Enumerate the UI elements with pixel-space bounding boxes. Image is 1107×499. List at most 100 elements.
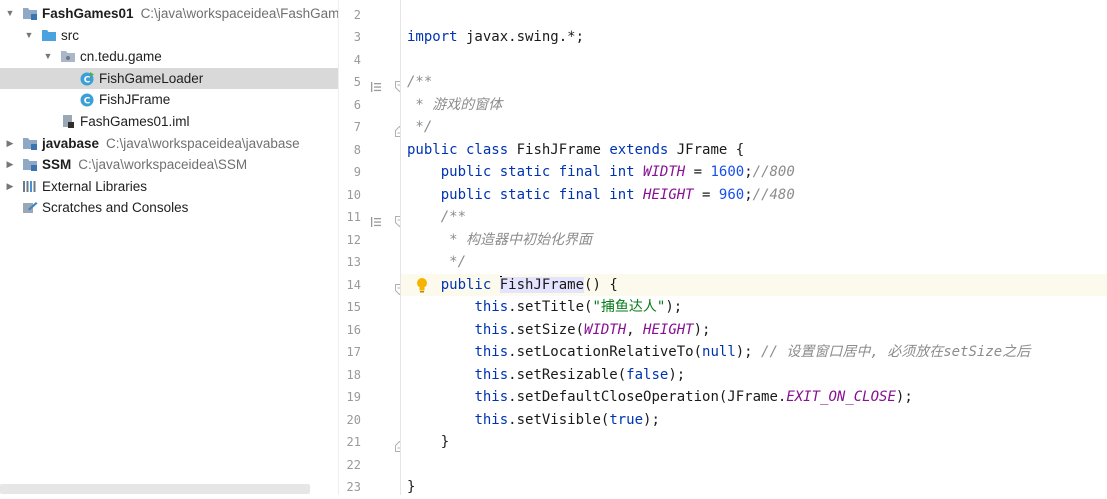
- gutter-line[interactable]: 9: [339, 161, 401, 184]
- string-token: "捕鱼达人": [592, 299, 666, 315]
- code-line[interactable]: [401, 4, 1107, 27]
- tree-item-fishjframe[interactable]: C FishJFrame: [0, 89, 338, 110]
- tree-item-fashgames01[interactable]: ▼ FashGames01 C:\java\workspaceidea\FashGa…: [0, 3, 338, 24]
- tree-item-fashgames01-iml[interactable]: FashGames01.iml: [0, 111, 338, 132]
- code-line[interactable]: this.setLocationRelativeTo(null); // 设置窗…: [401, 341, 1107, 364]
- tree-item-javabase[interactable]: ▶ javabase C:\java\workspaceidea\javabase: [0, 133, 338, 154]
- gutter-line[interactable]: 12: [339, 229, 401, 252]
- tree-item-text: src: [61, 25, 79, 46]
- line-number: 11: [346, 210, 361, 224]
- gutter-line[interactable]: 3: [339, 26, 401, 49]
- tree-item-scratches-and-consoles[interactable]: Scratches and Consoles: [0, 197, 338, 218]
- tree-item-src[interactable]: ▼ src: [0, 25, 338, 46]
- code-token: javax.swing.*;: [457, 29, 585, 45]
- code-line[interactable]: */: [401, 251, 1107, 274]
- tree-item-external-libraries[interactable]: ▶ External Libraries: [0, 176, 338, 197]
- tree-item-fishgameloader[interactable]: C FishGameLoader: [0, 67, 338, 89]
- keyword-token: import: [407, 29, 458, 45]
- code-editor[interactable]: import javax.swing.*; /** * 游戏的窗体 */ publi…: [401, 0, 1107, 495]
- gutter-line[interactable]: 18: [339, 364, 401, 387]
- expand-arrow-down-icon[interactable]: ▼: [42, 46, 54, 67]
- gutter-line[interactable]: 4: [339, 49, 401, 72]
- gutter-line[interactable]: 15: [339, 296, 401, 319]
- code-line[interactable]: /**: [401, 71, 1107, 94]
- code-line[interactable]: this.setSize(WIDTH, HEIGHT);: [401, 319, 1107, 342]
- expand-arrow-right-icon[interactable]: ▶: [4, 133, 16, 154]
- tree-item-text: FishGameLoader: [99, 68, 203, 89]
- expand-arrow-down-icon[interactable]: ▼: [23, 25, 35, 46]
- code-line[interactable]: public static final int HEIGHT = 960;//4…: [401, 184, 1107, 207]
- code-line[interactable]: public static final int WIDTH = 1600;//8…: [401, 161, 1107, 184]
- doc-comment-render-icon[interactable]: [371, 212, 381, 227]
- code-line[interactable]: /**: [401, 206, 1107, 229]
- code-line[interactable]: import javax.swing.*;: [401, 26, 1107, 49]
- field-token: HEIGHT: [643, 186, 694, 203]
- gutter-line[interactable]: 19: [339, 386, 401, 409]
- comment-token: //480: [752, 186, 795, 203]
- tree-item-text: cn.tedu.game: [80, 46, 162, 67]
- gutter-line[interactable]: 17: [339, 341, 401, 364]
- line-number: 8: [353, 142, 361, 157]
- gutter-line[interactable]: 5: [339, 71, 404, 94]
- module-folder-icon: [22, 6, 38, 21]
- code-line[interactable]: this.setResizable(false);: [401, 364, 1107, 387]
- comment-token: * 构造器中初始化界面: [440, 231, 593, 248]
- code-line[interactable]: * 游戏的窗体: [401, 94, 1107, 117]
- code-line[interactable]: }: [401, 476, 1107, 495]
- code-line[interactable]: [401, 454, 1107, 477]
- tree-item-text: External Libraries: [42, 176, 147, 197]
- gutter-line[interactable]: 22: [339, 454, 401, 477]
- gutter-line[interactable]: 23: [339, 476, 401, 499]
- code-line[interactable]: this.setDefaultCloseOperation(JFrame.EXI…: [401, 386, 1107, 409]
- tree-item-label: Scratches and Consoles: [42, 200, 189, 216]
- keyword-token: this: [474, 299, 509, 315]
- gutter-line[interactable]: 7: [339, 116, 404, 139]
- tree-item-text: javabase C:\java\workspaceidea\javabase: [42, 133, 300, 154]
- gutter-line[interactable]: 20: [339, 409, 401, 432]
- code-line[interactable]: }: [401, 431, 1107, 454]
- source-folder-icon: [41, 28, 57, 43]
- gutter-line[interactable]: 21: [339, 431, 404, 454]
- line-number: 21: [346, 435, 361, 449]
- line-number: 14: [346, 277, 361, 292]
- gutter-line[interactable]: 6: [339, 94, 401, 117]
- code-line[interactable]: this.setVisible(true);: [401, 409, 1107, 432]
- code-line[interactable]: this.setTitle("捕鱼达人");: [401, 296, 1107, 319]
- line-number: 15: [346, 300, 361, 314]
- code-line[interactable]: [401, 49, 1107, 72]
- gutter-line[interactable]: 16: [339, 319, 401, 342]
- gutter-line[interactable]: 8: [339, 139, 401, 162]
- code-token: ,: [626, 321, 644, 338]
- keyword-token: this: [474, 411, 509, 428]
- code-line[interactable]: * 构造器中初始化界面: [401, 229, 1107, 252]
- tree-item-ssm[interactable]: ▶ SSM C:\java\workspaceidea\SSM: [0, 154, 338, 175]
- current-code-line[interactable]: public FishJFrame() {: [401, 273, 1107, 296]
- tree-item-cn-tedu-game[interactable]: ▼ cn.tedu.game: [0, 46, 338, 67]
- expand-arrow-right-icon[interactable]: ▶: [4, 154, 16, 175]
- gutter-line[interactable]: 11: [339, 206, 404, 229]
- intention-bulb-icon[interactable]: [415, 277, 429, 293]
- line-number: 7: [353, 120, 361, 134]
- code-line[interactable]: */: [401, 116, 1107, 139]
- gutter-line[interactable]: 13: [339, 251, 401, 274]
- expand-arrow-right-icon[interactable]: ▶: [4, 176, 16, 197]
- gutter-line[interactable]: 10: [339, 184, 401, 207]
- keyword-token: public: [440, 276, 492, 293]
- keyword-token: public class: [407, 141, 509, 158]
- code-line[interactable]: public class FishJFrame extends JFrame {: [401, 139, 1107, 162]
- code-token: }: [407, 434, 450, 450]
- doc-comment-render-icon[interactable]: [371, 77, 381, 92]
- expand-arrow-down-icon[interactable]: ▼: [4, 3, 16, 24]
- gutter-line[interactable]: 14: [339, 274, 404, 297]
- line-number: 19: [346, 390, 361, 404]
- tree-item-text: FashGames01.iml: [80, 111, 190, 132]
- tree-item-label: FashGames01: [42, 6, 134, 21]
- tree-horizontal-scrollbar[interactable]: [0, 484, 310, 494]
- code-token: =: [693, 186, 719, 203]
- gutter-line[interactable]: 2: [339, 4, 401, 27]
